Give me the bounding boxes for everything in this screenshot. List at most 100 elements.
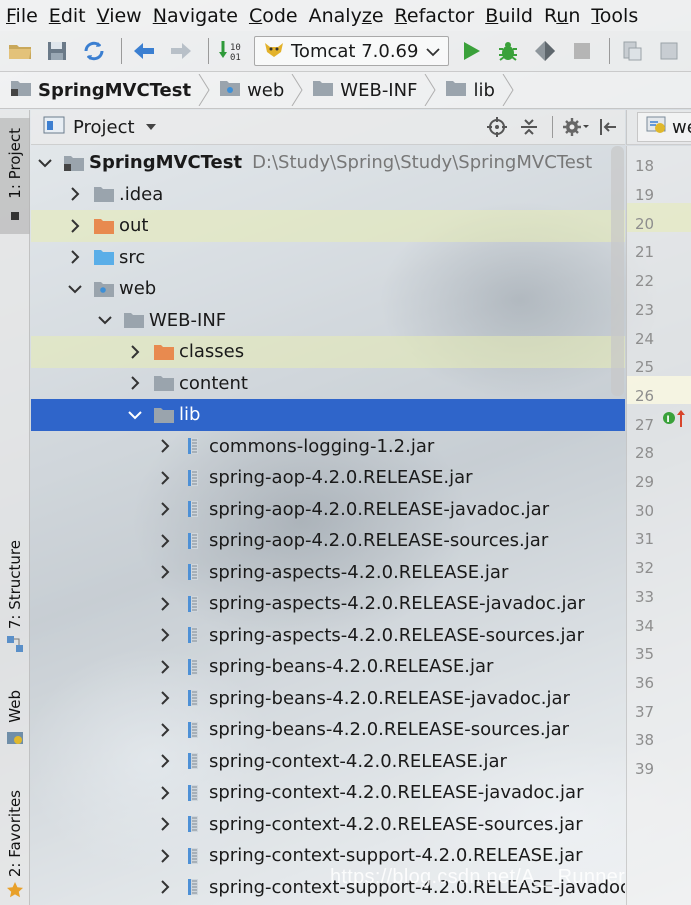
chevron-right-icon[interactable] xyxy=(155,562,175,582)
run-icon[interactable] xyxy=(455,35,487,67)
tool-tab-project[interactable]: 1: Project xyxy=(0,118,30,234)
breadcrumb-item-web-inf[interactable]: WEB-INF xyxy=(312,79,423,102)
line-number: 32 xyxy=(635,559,655,578)
svg-text:01: 01 xyxy=(230,53,241,63)
chevron-down-icon[interactable] xyxy=(65,279,85,299)
sync-icon[interactable] xyxy=(78,35,110,67)
implements-marker-icon[interactable]: I xyxy=(661,407,689,434)
menu-item-3[interactable]: Navigate xyxy=(151,5,247,27)
tree-row-folder[interactable]: out xyxy=(31,210,625,242)
tree-row-folder[interactable]: WEB-INF xyxy=(31,305,625,337)
chevron-right-icon[interactable] xyxy=(155,468,175,488)
menu-item-5[interactable]: Analyze xyxy=(307,5,393,27)
menu-item-6[interactable]: Refactor xyxy=(393,5,484,27)
tree-row-folder[interactable]: .idea xyxy=(31,179,625,211)
tree-row-jar[interactable]: spring-beans-4.2.0.RELEASE-javadoc.jar xyxy=(31,683,625,715)
tree-row-jar[interactable]: spring-aop-4.2.0.RELEASE-javadoc.jar xyxy=(31,494,625,526)
chevron-right-icon[interactable] xyxy=(155,688,175,708)
chevron-right-icon[interactable] xyxy=(155,625,175,645)
sdk-icon[interactable] xyxy=(653,35,685,67)
editor-tab[interactable]: we xyxy=(637,112,691,142)
chevron-right-icon[interactable] xyxy=(155,877,175,897)
line-number: 18 xyxy=(635,157,655,176)
tree-row-jar[interactable]: commons-logging-1.2.jar xyxy=(31,431,625,463)
chevron-right-icon[interactable] xyxy=(125,373,145,393)
tree-row-folder[interactable]: content xyxy=(31,368,625,400)
line-number: 25 xyxy=(635,358,655,377)
tree-row-root[interactable]: SpringMVCTest D:\Study\Spring\Study\Spri… xyxy=(31,147,625,179)
tree-row-jar[interactable]: spring-aop-4.2.0.RELEASE-sources.jar xyxy=(31,525,625,557)
open-folder-icon[interactable] xyxy=(4,35,36,67)
tree-item-label: .idea xyxy=(119,183,164,205)
tree-row-jar[interactable]: spring-context-4.2.0.RELEASE.jar xyxy=(31,746,625,778)
tree-row-jar[interactable]: spring-context-4.2.0.RELEASE-sources.jar xyxy=(31,809,625,841)
coverage-icon[interactable] xyxy=(529,35,561,67)
chevron-right-icon[interactable] xyxy=(155,594,175,614)
menu-item-text: ools xyxy=(599,4,639,27)
debug-icon[interactable] xyxy=(492,35,524,67)
breadcrumb-item-lib[interactable]: lib xyxy=(445,79,500,102)
breadcrumb-item-web[interactable]: web xyxy=(219,79,290,102)
menu-item-9[interactable]: Tools xyxy=(589,5,647,27)
chevron-right-icon[interactable] xyxy=(155,657,175,677)
menu-item-mnemonic: z xyxy=(361,4,372,27)
run-configuration-select[interactable]: Tomcat 7.0.69 xyxy=(254,36,450,66)
chevron-right-icon[interactable] xyxy=(65,216,85,236)
gear-icon[interactable] xyxy=(563,114,589,140)
chevron-right-icon[interactable] xyxy=(65,184,85,204)
project-structure-icon[interactable] xyxy=(616,35,648,67)
chevron-right-icon[interactable] xyxy=(65,247,85,267)
tree-row-jar[interactable]: spring-aspects-4.2.0.RELEASE-javadoc.jar xyxy=(31,588,625,620)
menu-item-1[interactable]: Edit xyxy=(47,5,95,27)
menu-item-8[interactable]: Run xyxy=(542,5,589,27)
folder-icon xyxy=(153,406,174,424)
tool-tab-favorites[interactable]: 2: Favorites xyxy=(0,790,30,905)
jar-library-icon xyxy=(183,469,203,487)
tree-row-jar[interactable]: spring-beans-4.2.0.RELEASE.jar xyxy=(31,651,625,683)
tool-tab-web[interactable]: Web xyxy=(0,690,30,760)
back-icon[interactable] xyxy=(128,35,160,67)
jar-library-icon xyxy=(183,721,203,739)
chevron-right-icon[interactable] xyxy=(155,846,175,866)
menu-item-mnemonic: V xyxy=(96,4,110,27)
menu-item-4[interactable]: Code xyxy=(247,5,307,27)
tree-row-folder[interactable]: lib xyxy=(31,399,625,431)
menu-item-0[interactable]: File xyxy=(4,5,47,27)
chevron-right-icon[interactable] xyxy=(155,436,175,456)
build-icon[interactable]: 10 01 xyxy=(215,35,247,67)
tree-row-folder[interactable]: web xyxy=(31,273,625,305)
locate-icon[interactable] xyxy=(484,114,510,140)
chevron-right-icon[interactable] xyxy=(155,751,175,771)
save-icon[interactable] xyxy=(41,35,73,67)
forward-icon[interactable] xyxy=(165,35,197,67)
chevron-right-icon[interactable] xyxy=(125,342,145,362)
hide-panel-icon[interactable] xyxy=(595,114,621,140)
menu-item-7[interactable]: Build xyxy=(483,5,542,27)
tree-row-jar[interactable]: spring-aspects-4.2.0.RELEASE-sources.jar xyxy=(31,620,625,652)
chevron-down-icon[interactable] xyxy=(95,310,115,330)
line-number: 35 xyxy=(635,645,655,664)
project-view-title[interactable]: Project xyxy=(73,117,135,138)
chevron-right-icon[interactable] xyxy=(155,531,175,551)
tool-tab-structure[interactable]: 7: Structure xyxy=(0,540,30,666)
tree-scrollbar[interactable] xyxy=(611,146,624,396)
chevron-right-icon[interactable] xyxy=(155,499,175,519)
root-project-name: SpringMVCTest xyxy=(89,152,243,174)
menu-item-text: e xyxy=(371,4,384,27)
collapse-all-icon[interactable] xyxy=(516,114,542,140)
chevron-down-icon[interactable] xyxy=(35,153,55,173)
tree-row-jar[interactable]: spring-aop-4.2.0.RELEASE.jar xyxy=(31,462,625,494)
view-selector-dropdown-icon[interactable] xyxy=(145,121,157,134)
breadcrumb-item-project[interactable]: SpringMVCTest xyxy=(10,79,197,102)
tree-row-jar[interactable]: spring-beans-4.2.0.RELEASE-sources.jar xyxy=(31,714,625,746)
tree-row-folder[interactable]: classes xyxy=(31,336,625,368)
menu-item-2[interactable]: View xyxy=(95,5,151,27)
stop-icon[interactable] xyxy=(566,35,598,67)
chevron-right-icon[interactable] xyxy=(155,814,175,834)
tree-row-jar[interactable]: spring-context-4.2.0.RELEASE-javadoc.jar xyxy=(31,777,625,809)
tree-row-folder[interactable]: src xyxy=(31,242,625,274)
tree-row-jar[interactable]: spring-aspects-4.2.0.RELEASE.jar xyxy=(31,557,625,589)
chevron-down-icon[interactable] xyxy=(125,405,145,425)
chevron-right-icon[interactable] xyxy=(155,720,175,740)
chevron-right-icon[interactable] xyxy=(155,783,175,803)
